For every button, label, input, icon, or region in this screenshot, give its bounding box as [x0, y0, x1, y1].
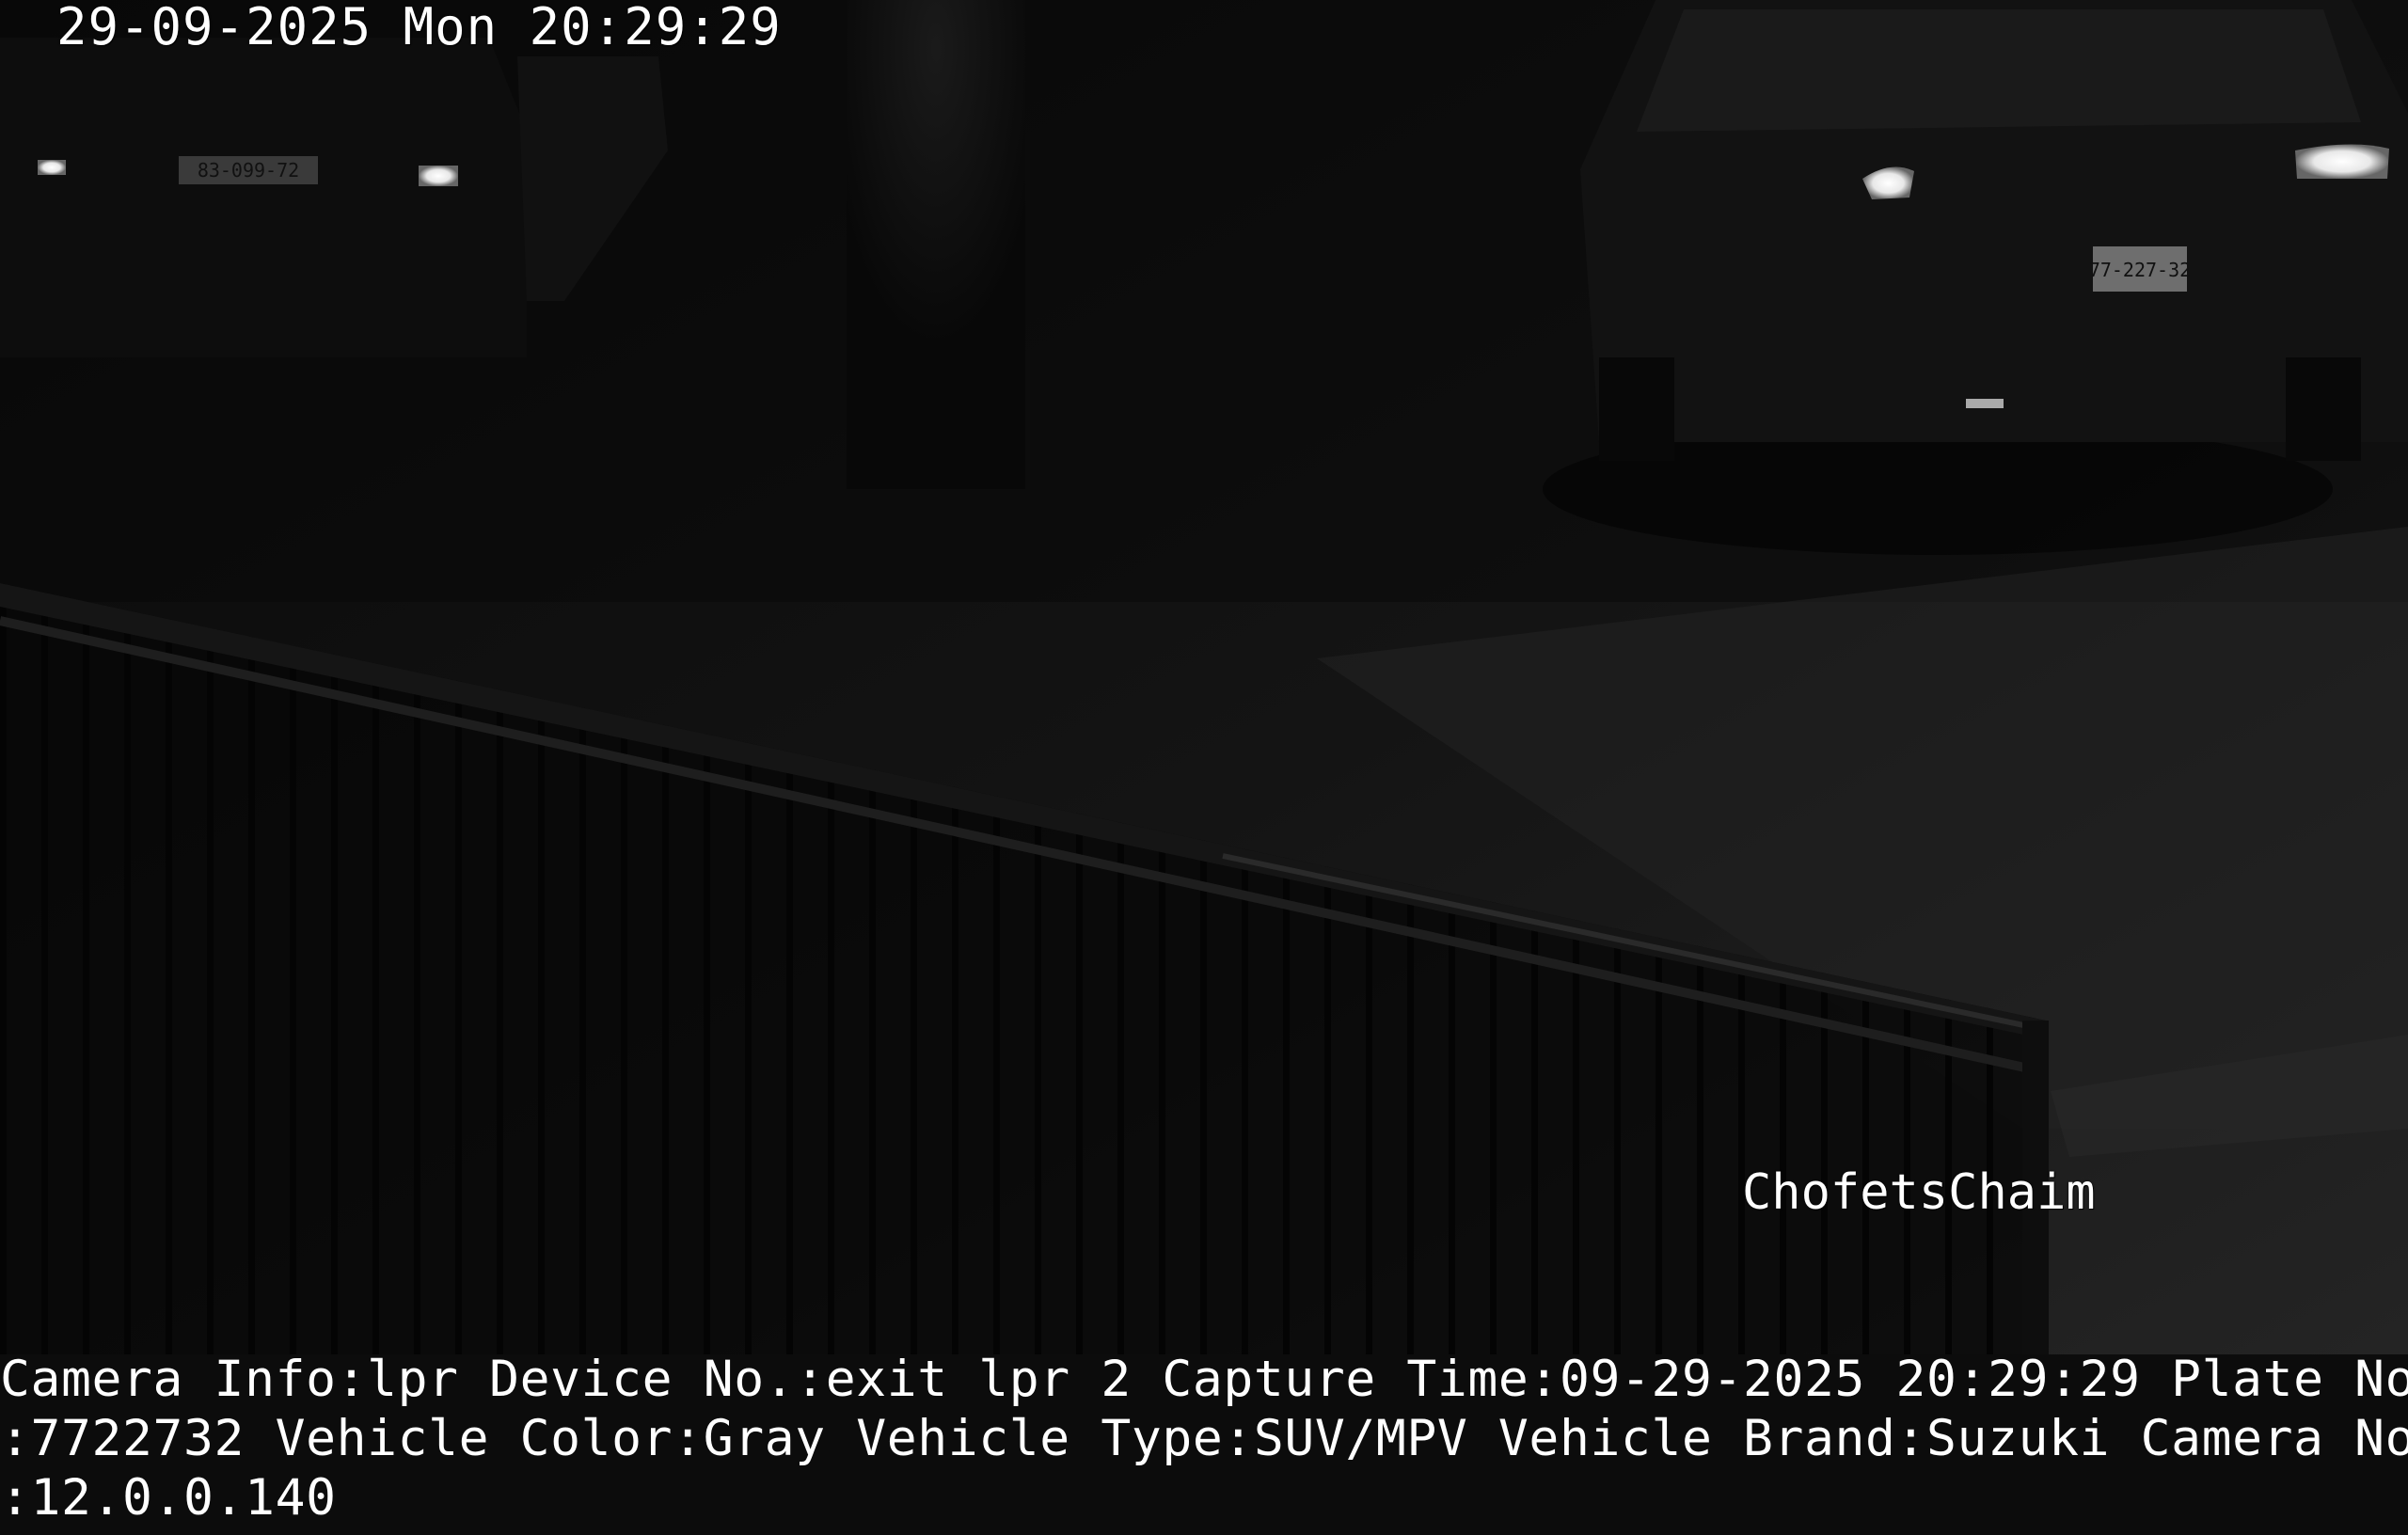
left-car-tail-light: [419, 166, 458, 186]
right-car-plate-text: 77-227-32: [2089, 259, 2191, 281]
camera-snapshot: 83-099-72 77-227-32 29-09-2025 Mon 20:29…: [0, 0, 2408, 1535]
osd-site-name: ChofetsChaim: [1742, 1164, 2096, 1221]
capture-info-line: :7722732 Vehicle Color:Gray Vehicle Type…: [0, 1410, 2408, 1467]
right-car-reflector: [1966, 399, 2004, 408]
night-parking-lot-scene: 83-099-72 77-227-32: [0, 0, 2408, 1354]
left-car-plate-text: 83-099-72: [198, 159, 299, 182]
osd-timestamp: 29-09-2025 Mon 20:29:29: [56, 0, 782, 56]
right-car-tail-light: [2295, 144, 2389, 179]
left-car-tail-light: [38, 160, 66, 175]
capture-info-line: Camera Info:lpr Device No.:exit lpr 2 Ca…: [0, 1354, 2408, 1408]
capture-info-bar: Camera Info:lpr Device No.:exit lpr 2 Ca…: [0, 1354, 2408, 1535]
capture-info-line: :12.0.0.140: [0, 1469, 337, 1527]
pillar: [847, 0, 1025, 489]
right-parked-car: 77-227-32: [1543, 0, 2408, 555]
